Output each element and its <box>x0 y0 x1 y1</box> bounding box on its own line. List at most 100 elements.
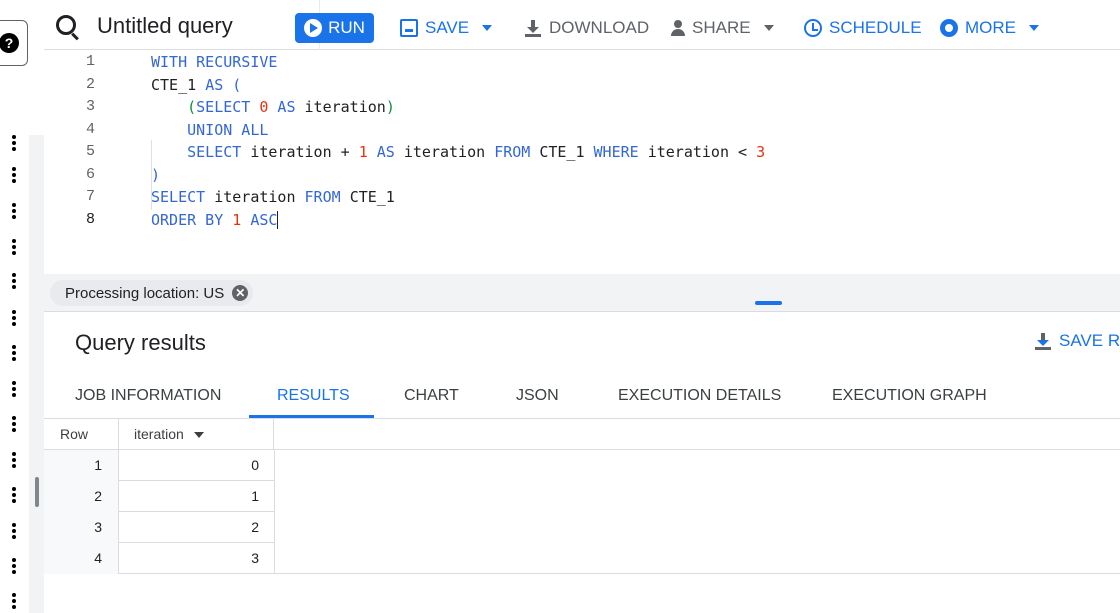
code-line[interactable]: WITH RECURSIVE <box>151 51 277 74</box>
more-vert-icon[interactable] <box>8 484 20 506</box>
table-row[interactable]: 21 <box>44 481 275 512</box>
column-header-row: Row <box>44 419 119 450</box>
tab-results[interactable]: RESULTS <box>277 370 350 419</box>
code-line[interactable]: SELECT iteration + 1 AS iteration FROM C… <box>151 141 765 164</box>
run-label: RUN <box>328 18 365 37</box>
save-button[interactable]: SAVE <box>400 13 493 43</box>
help-icon: ? <box>0 33 19 53</box>
share-button[interactable]: SHARE <box>667 13 774 43</box>
code-line[interactable]: CTE_1 AS ( <box>151 74 241 97</box>
tab-chart[interactable]: CHART <box>404 370 459 419</box>
rail-divider <box>29 135 44 613</box>
chevron-down-icon <box>763 25 774 31</box>
play-icon <box>304 19 323 37</box>
run-button[interactable]: RUN <box>295 13 374 43</box>
save-results-label: SAVE RE <box>1059 331 1120 350</box>
table-header: Row iteration <box>44 419 1120 450</box>
tab-job-information[interactable]: JOB INFORMATION <box>75 370 221 419</box>
more-button[interactable]: MORE <box>940 13 1039 43</box>
code-line[interactable]: (SELECT 0 AS iteration) <box>151 96 395 119</box>
more-vert-icon[interactable] <box>8 449 20 471</box>
results-title: Query results <box>75 330 206 355</box>
gear-icon <box>940 19 958 37</box>
more-label: MORE <box>965 18 1016 37</box>
help-button[interactable]: ? <box>0 20 28 66</box>
more-vert-icon[interactable] <box>8 520 20 542</box>
download-icon <box>524 19 542 37</box>
more-vert-icon[interactable] <box>8 164 20 186</box>
code-token: 1 <box>232 210 242 229</box>
code-line[interactable]: UNION ALL <box>151 119 268 142</box>
line-number: 2 <box>85 75 95 93</box>
code-token: SELECT <box>196 98 260 116</box>
table-row[interactable]: 10 <box>44 450 275 481</box>
more-vert-icon[interactable] <box>8 200 20 222</box>
iteration-cell[interactable]: 0 <box>119 450 275 481</box>
code-token: CTE_1 <box>539 143 594 161</box>
code-token: FROM <box>494 143 540 161</box>
left-rail: ? <box>0 0 44 613</box>
code-token: iteration < <box>647 143 757 161</box>
share-label: SHARE <box>692 18 751 37</box>
code-token: ORDER BY <box>151 210 233 229</box>
code-token: 3 <box>756 143 766 161</box>
iteration-cell[interactable]: 2 <box>119 512 275 543</box>
code-token: ) <box>151 165 161 184</box>
more-vert-icon[interactable] <box>8 132 20 154</box>
download-button[interactable]: DOWNLOAD <box>524 13 649 43</box>
sort-down-icon[interactable] <box>193 431 204 438</box>
panel-splitter-handle[interactable] <box>755 301 782 305</box>
more-vert-icon[interactable] <box>8 378 20 400</box>
code-token: WITH RECURSIVE <box>151 53 278 71</box>
row-number-cell: 1 <box>44 450 119 481</box>
tab-execution-graph[interactable]: EXECUTION GRAPH <box>832 370 987 419</box>
schedule-button[interactable]: SCHEDULE <box>804 13 922 43</box>
line-number: 1 <box>85 53 95 70</box>
more-vert-icon[interactable] <box>8 307 20 329</box>
save-results-button[interactable]: SAVE RE <box>1034 331 1120 351</box>
code-line[interactable]: SELECT iteration FROM CTE_1 <box>151 186 395 209</box>
active-tab-indicator <box>249 415 374 418</box>
iteration-cell[interactable]: 1 <box>119 481 275 512</box>
more-vert-icon[interactable] <box>8 590 20 612</box>
code-area[interactable]: WITH RECURSIVE CTE_1 AS ( (SELECT 0 AS it… <box>115 50 1120 274</box>
more-vert-icon[interactable] <box>8 555 20 577</box>
clock-icon <box>804 19 822 37</box>
more-vert-icon[interactable] <box>8 413 20 435</box>
more-vert-icon[interactable] <box>8 342 20 364</box>
code-token: SELECT <box>187 143 251 161</box>
table-row[interactable]: 32 <box>44 512 275 543</box>
table-empty-area <box>275 450 1120 574</box>
tab-execution-details[interactable]: EXECUTION DETAILS <box>618 370 781 419</box>
code-token: CTE_1 <box>151 75 206 94</box>
resize-handle[interactable] <box>35 477 39 507</box>
code-token: iteration <box>304 98 386 116</box>
code-token: AS <box>367 143 404 161</box>
text-cursor <box>277 211 279 229</box>
save-label: SAVE <box>425 18 470 37</box>
sql-editor[interactable]: 12345678 WITH RECURSIVE CTE_1 AS ( (SELEC… <box>44 50 1120 274</box>
line-number: 3 <box>85 98 95 115</box>
line-number-gutter: 1 2 3 4 5 6 7 8 <box>44 50 115 274</box>
line-number: 4 <box>85 120 95 138</box>
code-token: CTE_1 <box>349 188 395 206</box>
tab-json[interactable]: JSON <box>516 370 559 419</box>
close-icon[interactable]: ✕ <box>232 285 249 301</box>
code-token: AS <box>268 98 305 116</box>
code-line[interactable]: ) <box>151 164 160 187</box>
table-row[interactable]: 43 <box>44 543 275 574</box>
iteration-cell[interactable]: 3 <box>119 543 275 574</box>
code-token: iteration <box>403 143 495 161</box>
row-number-cell: 2 <box>44 481 119 512</box>
column-header-iteration[interactable]: iteration <box>119 419 274 450</box>
query-title[interactable]: Untitled query <box>97 13 233 39</box>
code-token: iteration + <box>250 143 359 161</box>
more-vert-icon[interactable] <box>8 236 20 258</box>
code-line[interactable]: ORDER BY 1 ASC <box>151 209 279 232</box>
row-number-cell: 3 <box>44 512 119 543</box>
more-vert-icon[interactable] <box>8 270 20 292</box>
row-number-cell: 4 <box>44 543 119 574</box>
code-token: UNION ALL <box>187 120 269 139</box>
